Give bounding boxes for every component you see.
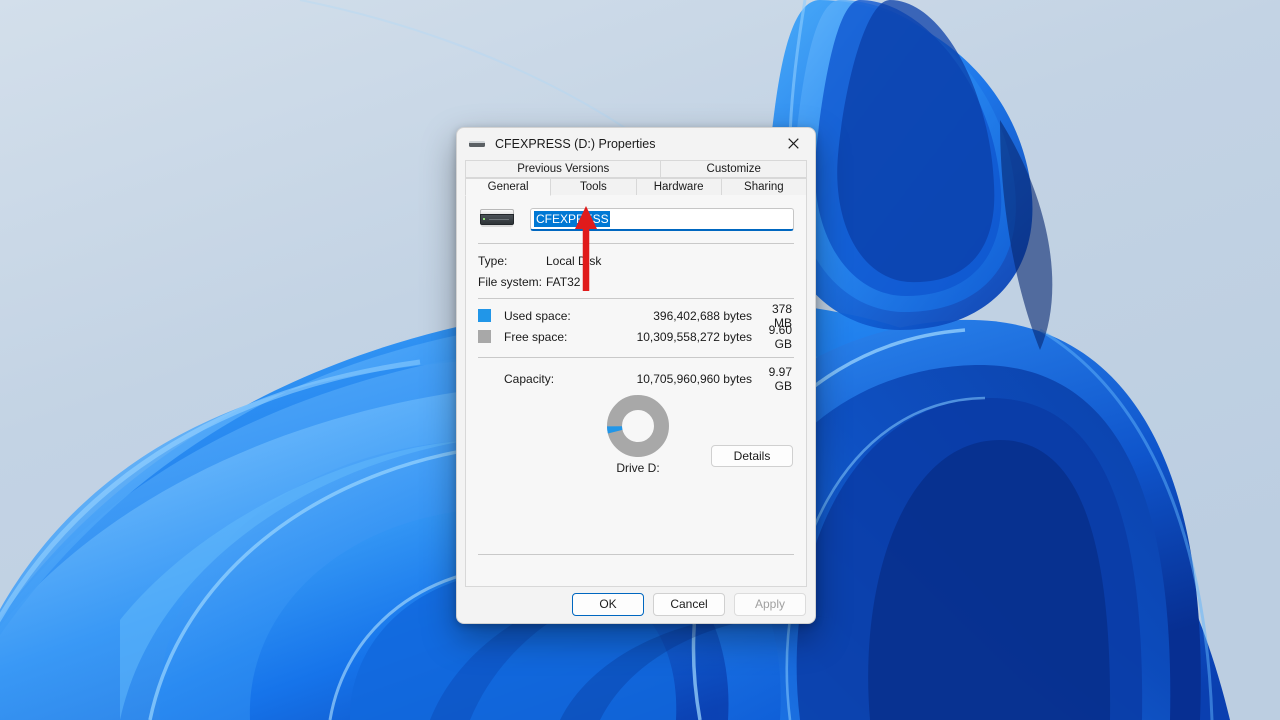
free-space-swatch-icon xyxy=(478,330,491,343)
dialog-title: CFEXPRESS (D:) Properties xyxy=(495,137,655,151)
details-button[interactable]: Details xyxy=(711,445,793,467)
capacity-human: 9.97 GB xyxy=(752,365,794,393)
capacity-bytes: 10,705,960,960 bytes xyxy=(620,372,752,386)
dialog-titlebar[interactable]: CFEXPRESS (D:) Properties xyxy=(457,128,815,160)
type-row: Type: Local Disk xyxy=(478,250,794,271)
tab-row-upper: Previous Versions Customize xyxy=(465,160,807,178)
free-space-bytes: 10,309,558,272 bytes xyxy=(620,330,752,344)
volume-name-selected-text: CFEXPRESS xyxy=(534,211,610,227)
tab-general[interactable]: General xyxy=(465,178,551,196)
volume-name-input[interactable]: CFEXPRESS xyxy=(530,208,794,231)
used-space-label: Used space: xyxy=(504,309,620,323)
free-space-human: 9.60 GB xyxy=(752,323,794,351)
ok-button[interactable]: OK xyxy=(572,593,644,616)
tab-row-lower: General Tools Hardware Sharing xyxy=(465,178,807,196)
filesystem-label: File system: xyxy=(478,275,546,289)
free-space-label: Free space: xyxy=(504,330,620,344)
general-tab-panel: CFEXPRESS Type: Local Disk File system: … xyxy=(465,195,807,587)
drive-caption: Drive D: xyxy=(588,461,688,475)
tab-hardware[interactable]: Hardware xyxy=(636,178,722,196)
filesystem-value: FAT32 xyxy=(546,275,794,289)
tab-bar: Previous Versions Customize General Tool… xyxy=(457,160,815,196)
dialog-footer: OK Cancel Apply xyxy=(457,585,815,623)
tab-previous-versions[interactable]: Previous Versions xyxy=(465,160,661,178)
tab-customize[interactable]: Customize xyxy=(660,160,807,178)
drive-properties-dialog: CFEXPRESS (D:) Properties Previous Versi… xyxy=(456,127,816,624)
disk-usage-chart-row: Drive D: Details xyxy=(478,395,794,499)
donut-free-segment xyxy=(615,403,662,450)
used-space-row: Used space: 396,402,688 bytes 378 MB xyxy=(478,305,794,326)
hard-drive-icon xyxy=(480,209,514,230)
tab-tools[interactable]: Tools xyxy=(550,178,636,196)
volume-name-row: CFEXPRESS xyxy=(478,195,794,243)
type-value: Local Disk xyxy=(546,254,794,268)
disk-usage-donut-chart xyxy=(607,395,669,457)
type-label: Type: xyxy=(478,254,546,268)
tab-sharing[interactable]: Sharing xyxy=(721,178,807,196)
apply-button: Apply xyxy=(734,593,806,616)
free-space-row: Free space: 10,309,558,272 bytes 9.60 GB xyxy=(478,326,794,347)
close-icon[interactable] xyxy=(771,128,815,159)
divider-bottom xyxy=(478,554,794,555)
filesystem-row: File system: FAT32 xyxy=(478,271,794,292)
used-space-swatch-icon xyxy=(478,309,491,322)
desktop: CFEXPRESS (D:) Properties Previous Versi… xyxy=(0,0,1280,720)
drive-icon xyxy=(469,136,485,152)
cancel-button[interactable]: Cancel xyxy=(653,593,725,616)
capacity-row: Capacity: 10,705,960,960 bytes 9.97 GB xyxy=(478,368,794,389)
capacity-label: Capacity: xyxy=(504,372,620,386)
used-space-bytes: 396,402,688 bytes xyxy=(620,309,752,323)
